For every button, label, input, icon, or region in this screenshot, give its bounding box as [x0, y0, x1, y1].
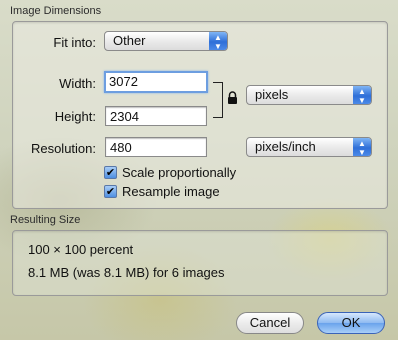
resolution-unit-value: pixels/inch: [255, 139, 316, 154]
resulting-size-title: Resulting Size: [10, 214, 81, 226]
ok-button[interactable]: OK: [317, 312, 385, 334]
size-text: 8.1 MB (was 8.1 MB) for 6 images: [28, 265, 225, 280]
width-field[interactable]: 3072: [104, 71, 208, 93]
fit-into-value: Other: [113, 33, 146, 48]
height-field[interactable]: 2304: [105, 106, 207, 126]
resolution-field[interactable]: 480: [105, 137, 207, 157]
size-unit-value: pixels: [255, 87, 289, 102]
resolution-unit-popup[interactable]: pixels/inch ▲ ▼: [246, 137, 372, 157]
fit-into-label: Fit into:: [53, 35, 96, 50]
image-dimensions-title: Image Dimensions: [10, 5, 102, 17]
resolution-label: Resolution:: [30, 141, 96, 156]
resample-image-checkbox[interactable]: ✔: [104, 185, 117, 198]
resulting-size-group: [12, 230, 388, 296]
up-down-arrows-icon: ▲ ▼: [353, 138, 371, 157]
checkmark-icon: ✔: [105, 167, 116, 179]
percent-text: 100 × 100 percent: [28, 242, 134, 257]
checkmark-icon: ✔: [105, 186, 116, 198]
up-down-arrows-icon: ▲ ▼: [353, 86, 371, 105]
scale-proportionally-checkbox[interactable]: ✔: [104, 166, 117, 179]
scale-proportionally-label[interactable]: Scale proportionally: [122, 165, 236, 180]
cancel-button[interactable]: Cancel: [236, 312, 304, 334]
lock-icon: [228, 91, 237, 104]
height-label: Height:: [54, 109, 96, 124]
proportion-bracket: [213, 82, 223, 118]
size-unit-popup[interactable]: pixels ▲ ▼: [246, 85, 372, 105]
fit-into-popup[interactable]: Other ▲ ▼: [104, 31, 228, 51]
up-down-arrows-icon: ▲ ▼: [209, 32, 227, 51]
width-label: Width:: [59, 76, 96, 91]
resample-image-label[interactable]: Resample image: [122, 184, 220, 199]
